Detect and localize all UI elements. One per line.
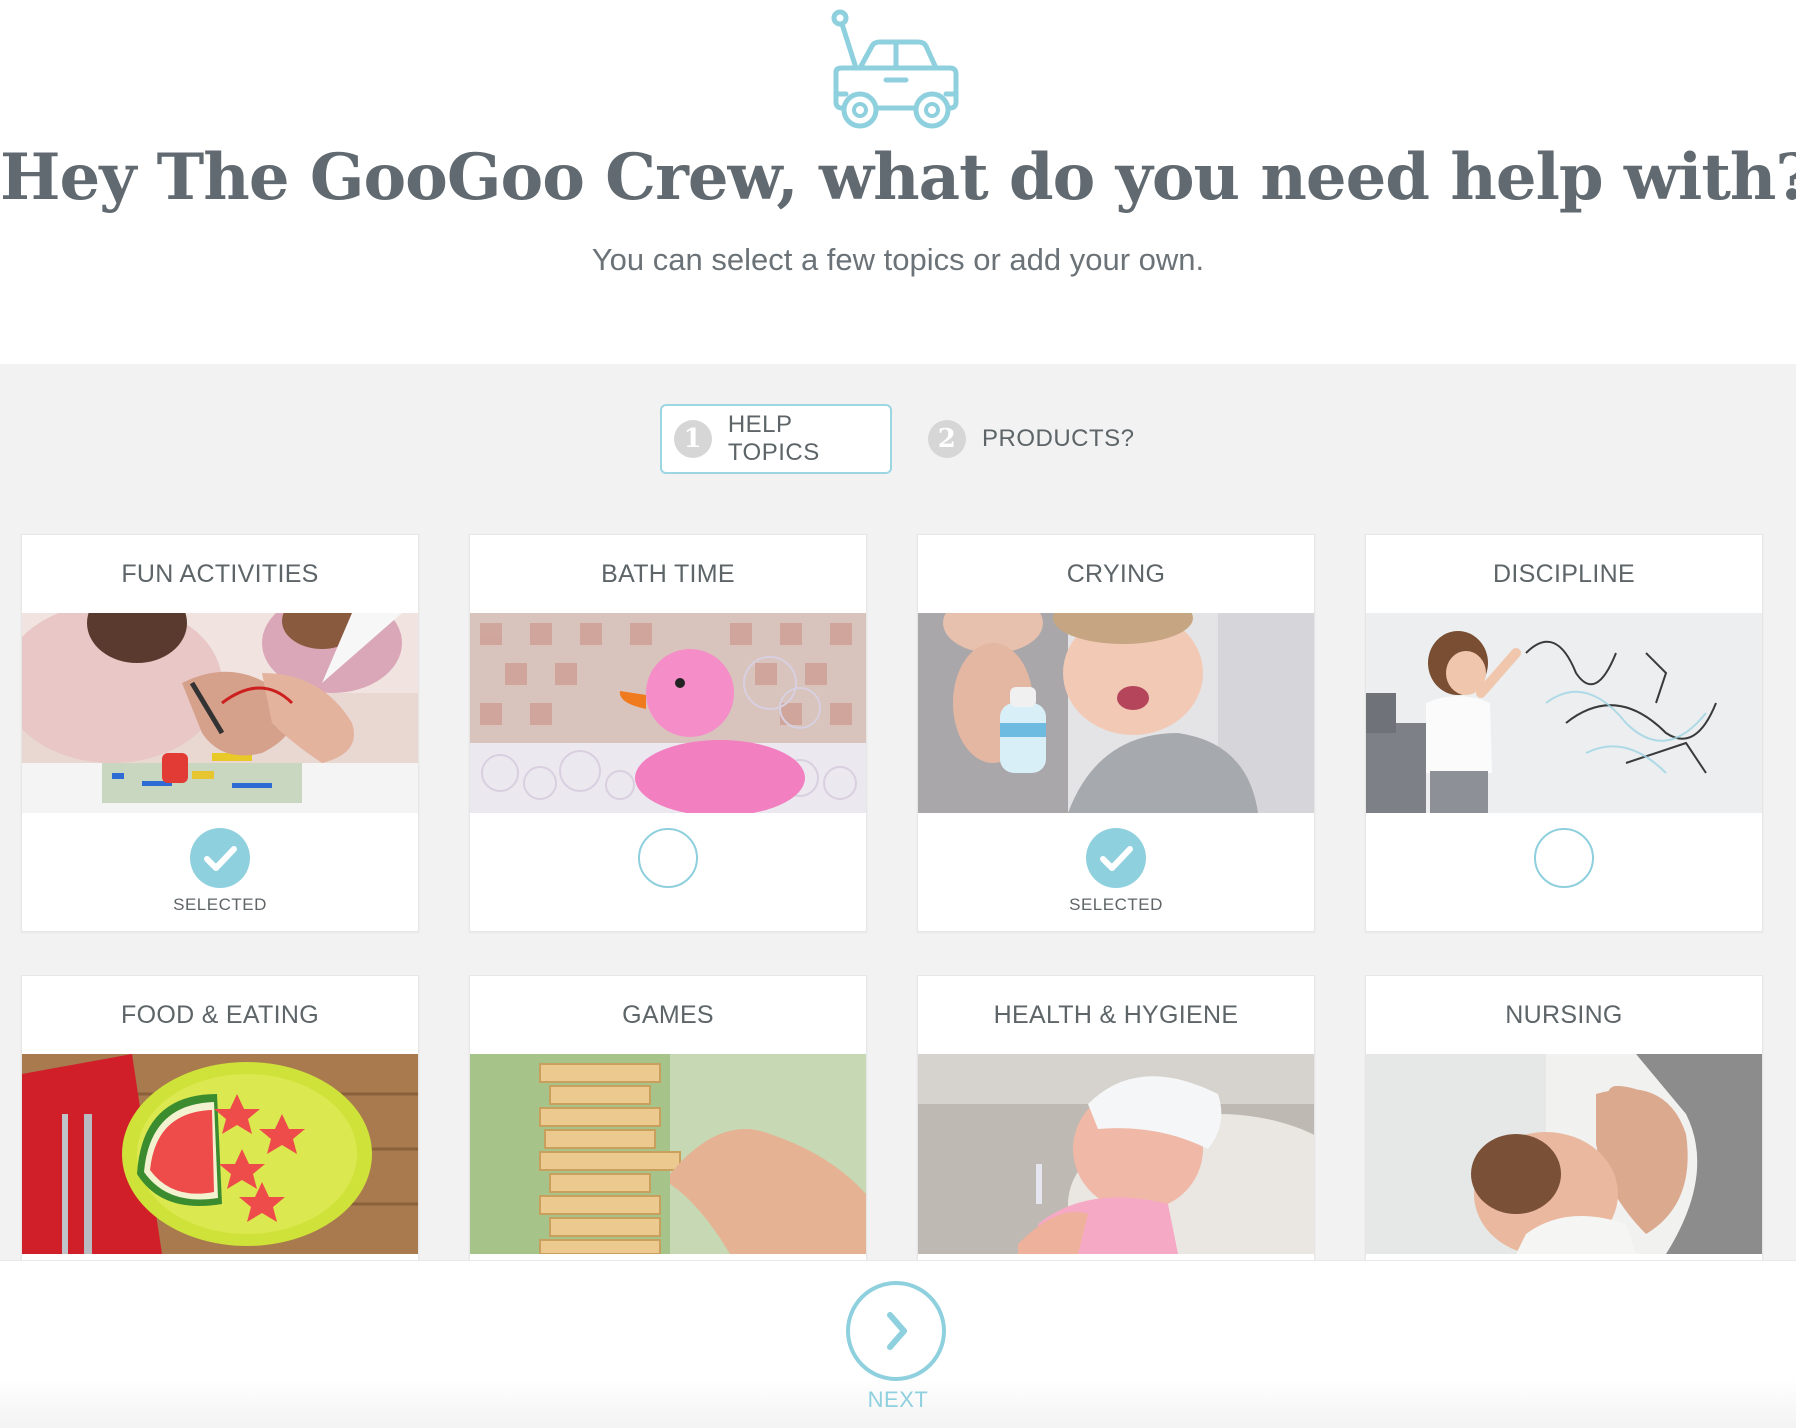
bottom-navigation-bar: NEXT bbox=[0, 1260, 1796, 1428]
selection-area[interactable]: SELECTED bbox=[918, 813, 1314, 931]
tab-label: HELP TOPICS bbox=[727, 411, 820, 466]
unselected-circle-icon[interactable] bbox=[1534, 828, 1594, 888]
topic-title: BATH TIME bbox=[601, 559, 735, 588]
selected-check-icon[interactable] bbox=[1086, 828, 1146, 888]
step-number-2: 2 bbox=[928, 420, 966, 458]
step-tabs: 1 HELP TOPICS 2 PRODUCTS? bbox=[0, 404, 1796, 474]
topic-title: GAMES bbox=[622, 1000, 714, 1029]
next-label[interactable]: NEXT bbox=[0, 1387, 1796, 1413]
next-button[interactable] bbox=[846, 1281, 946, 1381]
page-subtitle: You can select a few topics or add your … bbox=[591, 242, 1205, 277]
toddler-drawing-on-wall-photo bbox=[1366, 613, 1762, 813]
selected-label: SELECTED bbox=[1069, 895, 1163, 914]
selection-area[interactable]: SELECTED bbox=[22, 813, 418, 931]
topic-card-games[interactable]: GAMES bbox=[469, 975, 867, 1275]
page-header: Hey The GooGoo Crew, what do you need he… bbox=[0, 0, 1796, 364]
page-title: Hey The GooGoo Crew, what do you need he… bbox=[0, 140, 1796, 215]
topic-card-fun-activities[interactable]: FUN ACTIVITIES SELECTED bbox=[21, 534, 419, 932]
topic-card-discipline[interactable]: DISCIPLINE bbox=[1365, 534, 1763, 932]
tab-products[interactable]: 2 PRODUCTS? bbox=[926, 404, 1146, 474]
wooden-block-tower-photo bbox=[470, 1054, 866, 1254]
chevron-right-icon bbox=[887, 1312, 907, 1350]
pink-rubber-duck-photo bbox=[470, 613, 866, 813]
step-number-1: 1 bbox=[674, 420, 712, 458]
crying-baby-with-bottle-photo bbox=[918, 613, 1314, 813]
topic-card-bath-time[interactable]: BATH TIME bbox=[469, 534, 867, 932]
topic-card-nursing[interactable]: NURSING bbox=[1365, 975, 1763, 1275]
selected-label: SELECTED bbox=[173, 895, 267, 914]
topic-title: DISCIPLINE bbox=[1493, 559, 1635, 588]
sick-child-with-towel-photo bbox=[918, 1054, 1314, 1254]
selection-area[interactable] bbox=[1366, 813, 1762, 931]
topic-card-crying[interactable]: CRYING SELECTED bbox=[917, 534, 1315, 932]
watermelon-stars-plate-photo bbox=[22, 1054, 418, 1254]
topic-card-health-hygiene[interactable]: HEALTH & HYGIENE bbox=[917, 975, 1315, 1275]
topic-card-food-eating[interactable]: FOOD & EATING bbox=[21, 975, 419, 1275]
topic-title: NURSING bbox=[1505, 1000, 1623, 1029]
tab-label: PRODUCTS? bbox=[982, 425, 1135, 452]
selection-area[interactable] bbox=[470, 813, 866, 931]
topic-title: FUN ACTIVITIES bbox=[121, 559, 319, 588]
topic-title: HEALTH & HYGIENE bbox=[993, 1000, 1239, 1029]
toy-car-icon bbox=[831, 9, 959, 129]
topic-title: FOOD & EATING bbox=[121, 1000, 319, 1029]
tab-help-topics[interactable]: 1 HELP TOPICS bbox=[660, 404, 892, 474]
topic-title: CRYING bbox=[1066, 559, 1166, 588]
selected-check-icon[interactable] bbox=[190, 828, 250, 888]
unselected-circle-icon[interactable] bbox=[638, 828, 698, 888]
breastfeeding-baby-photo bbox=[1366, 1054, 1762, 1254]
kids-building-circuit-photo bbox=[22, 613, 418, 813]
